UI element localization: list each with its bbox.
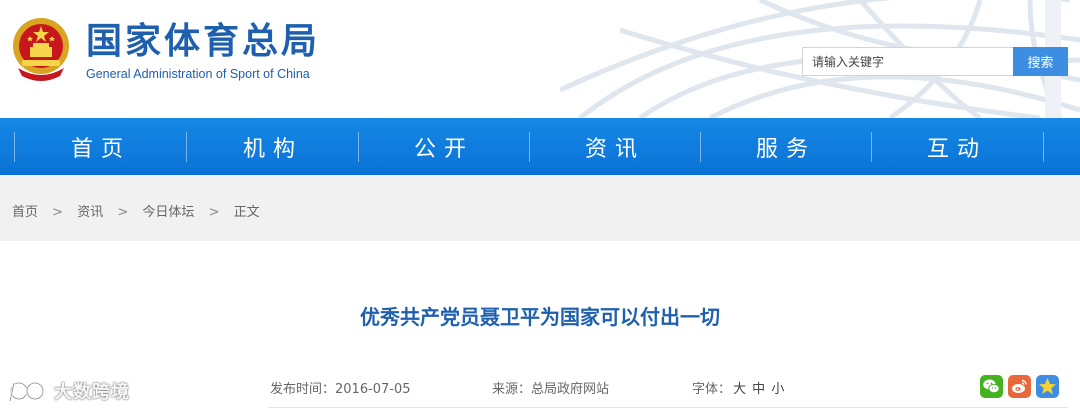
meta-divider [268,407,1068,408]
watermark: 大数跨境 [8,378,130,404]
publish-date: 发布时间：2016-07-05 [270,382,411,397]
font-size-control: 字体：大 中 小 [692,378,784,397]
nav-item-news[interactable]: 资讯 [529,118,701,175]
site-title[interactable]: 国家体育总局 [86,22,320,62]
breadcrumb-today-sports[interactable]: 今日体坛 [142,205,194,220]
nav-item-organization[interactable]: 机构 [187,118,359,175]
breadcrumb-separator: > [52,205,64,220]
site-subtitle: General Administration of Sport of China [86,67,310,81]
watermark-text: 大数跨境 [54,382,130,403]
article-source: 来源：总局政府网站 [492,382,610,397]
search-input[interactable] [802,47,1014,76]
star-icon[interactable] [1036,375,1059,398]
nav-divider [1043,132,1044,162]
watermark-logo-icon [8,381,45,402]
breadcrumb-current: 正文 [233,205,260,220]
site-header: 国家体育总局 General Administration of Sport o… [0,0,1080,118]
main-nav: 首页 机构 公开 资讯 服务 互动 [0,118,1080,175]
article-title: 优秀共产党员聂卫平为国家可以付出一切 [360,305,720,329]
national-emblem-icon [13,18,69,81]
breadcrumb: 首页 > 资讯 > 今日体坛 > 正文 [12,201,260,220]
font-size-label: 字体： [692,382,732,397]
weibo-icon[interactable] [1008,375,1031,398]
breadcrumb-separator: > [208,205,220,220]
breadcrumb-home[interactable]: 首页 [12,205,38,220]
search-button[interactable]: 搜索 [1013,47,1068,76]
font-size-small[interactable]: 小 [771,382,784,397]
nav-item-interaction[interactable]: 互动 [871,118,1043,175]
breadcrumb-bar: 首页 > 资讯 > 今日体坛 > 正文 [0,175,1080,241]
breadcrumb-news[interactable]: 资讯 [77,205,103,220]
nav-item-public[interactable]: 公开 [358,118,530,175]
font-size-large[interactable]: 大 [733,382,746,397]
font-size-medium[interactable]: 中 [752,382,765,397]
wechat-icon[interactable] [980,375,1003,398]
nav-item-home[interactable]: 首页 [15,118,187,175]
breadcrumb-separator: > [117,205,129,220]
nav-item-services[interactable]: 服务 [700,118,872,175]
